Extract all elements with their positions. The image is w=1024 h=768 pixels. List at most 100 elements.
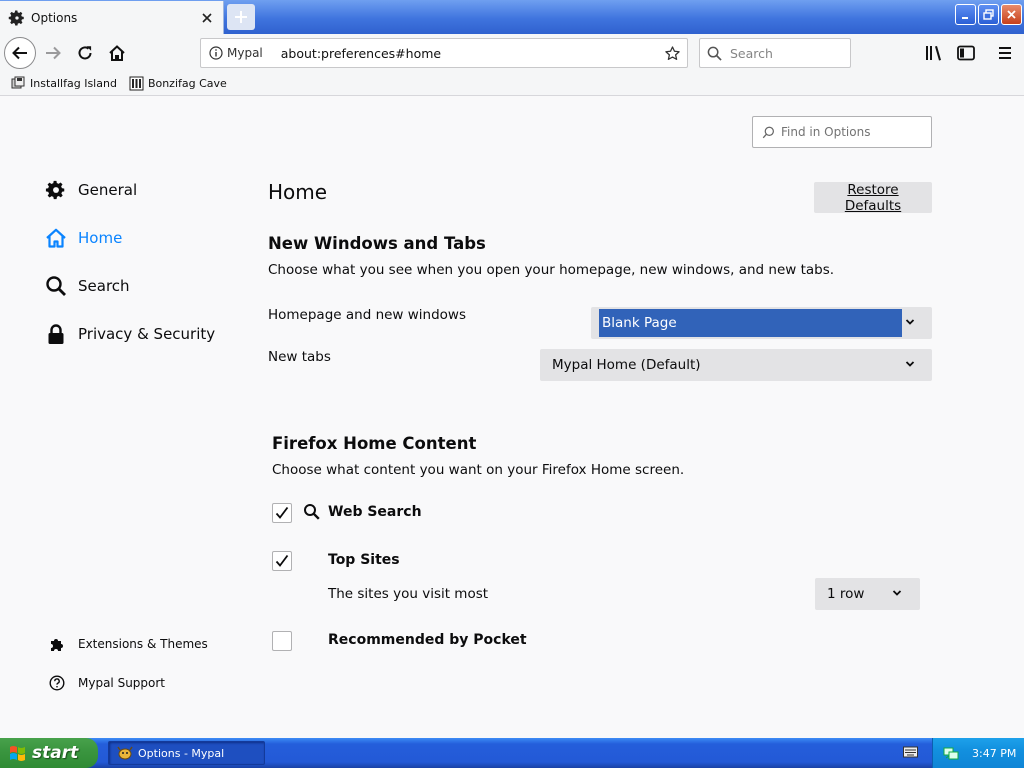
search-icon [762,126,774,138]
network-icon[interactable] [943,745,960,761]
sidebar-item-general[interactable]: General [44,178,137,202]
keyboard-icon[interactable] [903,746,918,758]
bookmark-item[interactable]: Bonzifag Cave [129,76,227,91]
minimize-icon [962,17,968,19]
chevron-down-icon [905,319,915,325]
library-icon [926,46,941,61]
window-controls [955,4,1022,25]
search-icon [304,504,320,520]
top-sites-rows-select[interactable]: 1 row [815,578,920,610]
hamburger-menu-icon [999,47,1011,59]
section-description: Choose what content you want on your Fir… [272,462,685,478]
find-in-options[interactable] [752,116,932,148]
page-title: Home [268,180,328,204]
reload-icon [78,46,92,60]
web-search-checkbox[interactable] [272,503,292,523]
sidebar-item-privacy-security[interactable]: Privacy & Security [44,322,215,346]
top-sites-description: The sites you visit most [328,586,489,602]
homepage-select-value: Blank Page [599,309,902,337]
start-button[interactable]: start [0,738,98,768]
arrow-right-icon [46,46,61,60]
arrow-left-icon [12,46,27,60]
support-label: Mypal Support [78,676,166,690]
search-input[interactable] [728,44,838,62]
sidebar-item-label: Search [78,277,130,295]
taskbar: start Options - Mypal 3:47 PM [0,738,1024,768]
restore-window-icon [983,9,994,20]
checkmark-icon [275,554,289,567]
library-button[interactable] [923,42,945,64]
sidebar-item-label: General [78,181,138,199]
home-icon [109,45,125,61]
home-button[interactable] [102,38,132,68]
restore-window-button[interactable] [978,4,999,25]
top-sites-label: Top Sites [328,552,400,568]
close-icon [1007,10,1016,19]
clock: 3:47 PM [972,746,1017,760]
new-tabs-select-value: Mypal Home (Default) [552,357,701,373]
taskbar-item-mypal[interactable]: Options - Mypal [108,741,265,765]
bookmarks-toolbar: Installfag Island Bonzifag Cave [0,72,1024,96]
reload-button[interactable] [70,38,100,68]
chevron-down-icon [892,590,902,596]
section-title-new-windows: New Windows and Tabs [268,234,486,253]
search-icon [44,274,68,298]
homepage-select[interactable]: Blank Page [591,307,932,339]
lock-icon [44,322,68,346]
puzzle-piece-icon [48,635,66,653]
support-link[interactable]: Mypal Support [48,674,165,692]
sidebar-item-label: Home [78,229,123,247]
gear-icon [44,178,68,202]
top-sites-checkbox[interactable] [272,551,292,571]
bookmark-label: Installfag Island [30,77,117,90]
gear-icon [8,9,26,27]
bookmark-star-icon[interactable] [664,45,681,62]
navigation-toolbar: Mypal about:preferences#home [0,34,1024,72]
chevron-down-icon [905,361,915,367]
close-window-button[interactable] [1001,4,1022,25]
extensions-themes-link[interactable]: Extensions & Themes [48,635,208,653]
url-bar[interactable]: Mypal about:preferences#home [200,38,688,68]
forward-button[interactable] [38,38,68,68]
system-tray: 3:47 PM [932,738,1024,768]
identity-label: Mypal [227,46,263,60]
info-icon[interactable] [209,46,223,60]
restore-defaults-label: Restore Defaults [844,181,902,214]
pocket-checkbox[interactable] [272,631,292,651]
new-tab-button[interactable] [227,4,255,30]
sidebar-item-search[interactable]: Search [44,274,130,298]
cave-building-icon [129,76,144,91]
menu-button[interactable] [994,42,1016,64]
tab-options[interactable]: Options [0,1,224,34]
new-tabs-select[interactable]: Mypal Home (Default) [540,349,932,381]
new-tabs-label: New tabs [268,349,331,365]
search-icon [707,46,722,61]
web-search-label: Web Search [328,504,422,520]
restore-defaults-button[interactable]: Restore Defaults [814,181,932,214]
preferences-page: General Home Search Privacy & Security E… [0,97,1024,738]
find-in-options-input[interactable] [779,124,929,140]
checkmark-icon [275,506,289,519]
sidebar-toggle-button[interactable] [955,42,977,64]
extensions-themes-label: Extensions & Themes [78,637,208,651]
top-sites-rows-value: 1 row [827,586,865,602]
help-icon [48,674,66,692]
title-bar: Options [0,0,1024,34]
close-tab-icon[interactable] [200,11,214,25]
section-description: Choose what you see when you open your h… [268,262,835,278]
search-bar[interactable] [699,38,851,68]
tab-title: Options [31,10,78,25]
plus-icon [235,11,247,23]
floppy-disks-icon [11,76,25,89]
bookmark-item[interactable]: Installfag Island [11,76,117,91]
section-title-home-content: Firefox Home Content [272,434,477,453]
pocket-label: Recommended by Pocket [328,632,527,648]
start-label: start [32,743,79,763]
homepage-label: Homepage and new windows [268,307,467,323]
back-button[interactable] [4,37,36,69]
bookmark-label: Bonzifag Cave [147,77,227,90]
sidebar-item-home[interactable]: Home [44,226,122,250]
minimize-button[interactable] [955,4,976,25]
windows-logo-icon [10,746,25,761]
url-text[interactable]: about:preferences#home [281,46,664,61]
